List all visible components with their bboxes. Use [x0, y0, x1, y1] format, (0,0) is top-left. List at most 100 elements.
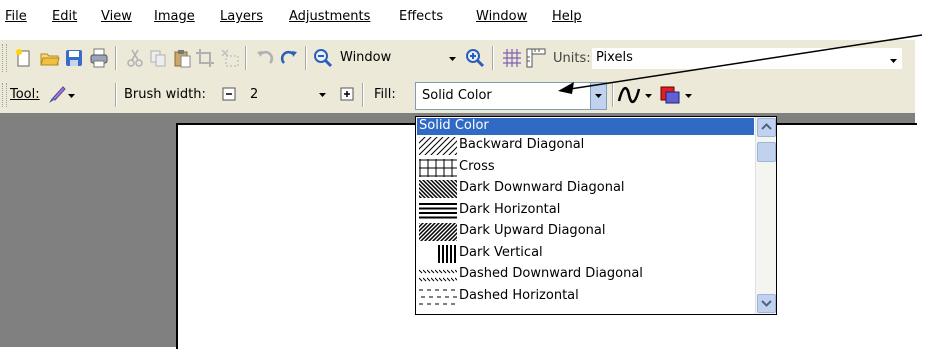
menu-adjustments[interactable]: Adjustments — [289, 9, 370, 24]
toolbar-grip[interactable] — [2, 83, 7, 107]
toolbar-separator — [115, 83, 117, 107]
fill-dropdown-button[interactable] — [590, 83, 606, 109]
dark-vertical-pattern-icon — [419, 244, 457, 263]
toolbar-separator — [492, 46, 494, 70]
fill-option-cross[interactable]: Cross — [417, 157, 754, 179]
fill-value: Solid Color — [422, 88, 492, 103]
menu-image[interactable]: Image — [154, 9, 195, 24]
save-icon[interactable] — [64, 48, 84, 68]
menu-layers-label: Layers — [220, 9, 264, 24]
fill-label: Fill: — [374, 87, 396, 102]
zoom-out-icon[interactable] — [313, 48, 333, 68]
dropdown-scrollbar[interactable] — [755, 117, 776, 314]
menu-view-label: View — [101, 9, 132, 24]
antialiasing-icon[interactable] — [617, 83, 641, 107]
plus-icon[interactable] — [340, 87, 354, 101]
print-icon[interactable] — [89, 48, 109, 68]
brush-width-value: 2 — [250, 87, 259, 102]
brush-width-label: Brush width: — [124, 87, 206, 102]
fill-option-dark-vertical[interactable]: Dark Vertical — [417, 243, 754, 265]
fill-option-solid-color[interactable]: Solid Color — [417, 118, 754, 135]
chevron-down-icon[interactable] — [683, 85, 695, 105]
fill-option-dark-upward-diagonal[interactable]: Dark Upward Diagonal — [417, 221, 754, 243]
menu-adjustments-label: Adjustments — [289, 9, 371, 24]
menu-bar: File Edit View Image Layers Adjustments … — [0, 0, 929, 32]
menu-help-label: Help — [552, 9, 582, 24]
toolbar-grip[interactable] — [2, 44, 7, 72]
menu-edit-label: Edit — [52, 9, 78, 24]
fill-option-label: Dashed Downward Diagonal — [459, 266, 643, 281]
scroll-up-button[interactable] — [757, 118, 776, 137]
copy-icon[interactable] — [148, 48, 168, 68]
fill-option-dashed-horizontal[interactable]: Dashed Horizontal — [417, 286, 754, 308]
open-icon[interactable] — [40, 48, 60, 68]
fill-option-label: Dark Downward Diagonal — [459, 180, 625, 195]
main-toolbar: Window Units: Pixels — [0, 40, 915, 77]
scroll-down-button[interactable] — [757, 294, 776, 313]
menu-view[interactable]: View — [101, 9, 132, 24]
toolbar-separator — [305, 46, 307, 70]
grid-icon[interactable] — [502, 48, 522, 68]
menu-layers[interactable]: Layers — [220, 9, 263, 24]
fill-option-label: Dark Horizontal — [459, 201, 561, 217]
minus-icon[interactable] — [222, 87, 236, 101]
menu-effects[interactable]: Effects — [399, 9, 443, 24]
chevron-down-icon[interactable] — [885, 48, 902, 69]
dashed-horizontal-pattern-icon — [419, 288, 457, 306]
fill-option-dark-horizontal[interactable]: Dark Horizontal — [417, 200, 754, 222]
fill-option-backward-diagonal[interactable]: Backward Diagonal — [417, 135, 754, 157]
fill-option-dashed-downward-diagonal[interactable]: Dashed Downward Diagonal — [417, 264, 754, 286]
menu-help[interactable]: Help — [552, 9, 582, 24]
cut-icon[interactable] — [125, 48, 145, 68]
menu-file-label: File — [5, 9, 27, 24]
toolbar-separator — [362, 83, 364, 107]
paintbrush-icon[interactable] — [46, 85, 66, 105]
brush-width-select[interactable]: 2 — [246, 83, 331, 104]
zoom-select[interactable]: Window — [335, 48, 465, 69]
deselect-icon[interactable] — [220, 48, 240, 68]
menu-edit[interactable]: Edit — [52, 9, 77, 24]
fill-option-label: Backward Diagonal — [459, 137, 585, 152]
menu-window[interactable]: Window — [476, 9, 527, 24]
menu-image-label: Image — [154, 9, 195, 24]
menu-window-label: Window — [476, 9, 528, 24]
tool-label: Tool: — [10, 87, 40, 102]
new-icon[interactable] — [14, 48, 34, 68]
crop-icon[interactable] — [195, 48, 215, 68]
chevron-down-icon[interactable] — [314, 83, 331, 104]
toolbar-separator — [612, 83, 614, 107]
cross-pattern-icon — [419, 158, 457, 177]
fill-select[interactable]: Solid Color — [415, 82, 607, 110]
toolbar-separator — [245, 46, 247, 70]
undo-icon[interactable] — [255, 48, 275, 68]
rulers-icon[interactable] — [526, 48, 546, 68]
tool-label-text: Tool: — [10, 87, 40, 102]
paste-icon[interactable] — [172, 48, 192, 68]
fill-option-label: Cross — [459, 158, 495, 174]
blend-mode-icon[interactable] — [659, 84, 681, 106]
dark-upward-diagonal-pattern-icon — [419, 223, 457, 241]
fill-option-label: Dark Vertical — [459, 244, 543, 260]
units-label: Units: — [553, 51, 591, 66]
chevron-down-icon[interactable] — [444, 48, 461, 69]
toolbar-separator — [115, 46, 117, 70]
dark-horizontal-pattern-icon — [419, 202, 457, 220]
chevron-down-icon[interactable] — [643, 85, 655, 105]
fill-option-label: Solid Color — [419, 118, 489, 133]
scroll-thumb[interactable] — [757, 142, 776, 162]
menu-file[interactable]: File — [5, 9, 27, 24]
chevron-down-icon[interactable] — [66, 85, 78, 105]
zoom-value: Window — [340, 50, 392, 65]
fill-dropdown-list: Solid Color Backward Diagonal Cross Dark… — [415, 116, 777, 315]
fill-option-label: Dark Upward Diagonal — [459, 223, 606, 238]
menu-effects-label: Effects — [399, 9, 444, 24]
fill-option-dark-downward-diagonal[interactable]: Dark Downward Diagonal — [417, 178, 754, 200]
dashed-downward-diagonal-pattern-icon — [419, 266, 457, 284]
redo-icon[interactable] — [279, 48, 299, 68]
backward-diagonal-pattern-icon — [419, 137, 457, 155]
dark-downward-diagonal-pattern-icon — [419, 180, 457, 198]
units-select[interactable]: Pixels — [592, 48, 902, 69]
units-value: Pixels — [596, 50, 633, 65]
fill-option-label: Dashed Horizontal — [459, 287, 579, 303]
zoom-in-icon[interactable] — [465, 48, 485, 68]
